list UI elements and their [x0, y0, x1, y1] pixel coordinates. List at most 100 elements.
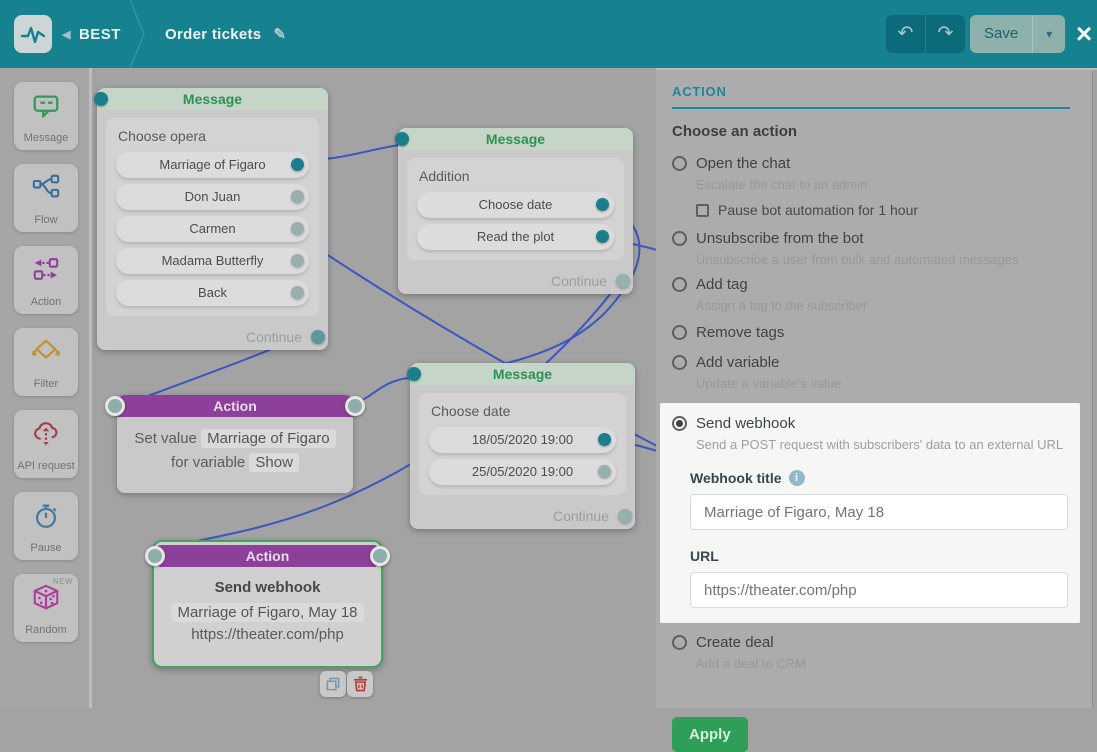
tool-label: Filter [33, 378, 59, 390]
delete-node-button[interactable] [347, 671, 373, 697]
node-header: Message [407, 363, 635, 385]
continue-label: Continue [550, 273, 607, 289]
output-port[interactable] [291, 222, 304, 235]
apply-button[interactable]: Apply [672, 717, 748, 752]
option-open-the-chat[interactable]: Open the chat [672, 152, 1070, 174]
option-description: Unsubscribe a user from bulk and automat… [696, 252, 1019, 267]
radio-unselected[interactable] [672, 354, 687, 370]
option-send-webhook[interactable]: Send webhook [672, 412, 1070, 434]
radio-unselected[interactable] [672, 155, 687, 171]
radio-unselected[interactable] [672, 634, 687, 650]
node-button[interactable]: Don Juan [116, 184, 309, 210]
node-footer: Continue [398, 268, 633, 294]
option-add-variable[interactable]: Add variable [672, 351, 1070, 373]
node-button-label: Choose date [478, 197, 553, 212]
tool-action[interactable]: Action [14, 246, 78, 314]
value-chip: Marriage of Figaro [201, 429, 336, 448]
redo-icon: ↷ [937, 23, 954, 44]
node-body: Set value Marriage of Figaro for variabl… [117, 417, 353, 485]
tool-random[interactable]: NEW Random [14, 574, 78, 642]
choose-action-heading: Choose an action [672, 123, 798, 140]
node-button[interactable]: 25/05/2020 19:00 [429, 459, 616, 485]
node-button-label: Back [198, 285, 227, 300]
node-title: Action [213, 398, 257, 414]
copy-icon [326, 677, 339, 690]
action-node-send-webhook[interactable]: Action Send webhook Marriage of Figaro, … [145, 540, 390, 668]
node-title: Action [245, 548, 290, 564]
output-port[interactable] [291, 254, 304, 267]
message-node-choose-opera[interactable]: Message Choose opera Marriage of Figaro … [94, 88, 328, 350]
redo-button[interactable]: ↷ [926, 15, 965, 53]
webhook-title-input[interactable] [690, 494, 1068, 530]
option-create-deal[interactable]: Create deal [672, 631, 1070, 653]
continue-port[interactable] [618, 509, 632, 523]
message-node-addition[interactable]: Message Addition Choose date Read the pl… [395, 128, 633, 294]
tool-filter[interactable]: Filter [14, 328, 78, 396]
continue-port[interactable] [311, 330, 325, 344]
message-icon [33, 95, 59, 118]
close-button[interactable]: × [1070, 14, 1097, 54]
tool-label: Action [30, 296, 62, 308]
tool-message[interactable]: Message [14, 82, 78, 150]
tool-pause[interactable]: Pause [14, 492, 78, 560]
radio-unselected[interactable] [672, 324, 687, 340]
output-port[interactable] [598, 433, 611, 446]
message-node-choose-date[interactable]: Message Choose date 18/05/2020 19:00 25/… [407, 363, 635, 529]
option-description: Assign a tag to the subscriber [696, 298, 868, 313]
continue-label: Continue [245, 329, 302, 345]
info-icon[interactable]: i [788, 470, 805, 486]
option-label: Create deal [696, 633, 774, 651]
tool-flow[interactable]: Flow [14, 164, 78, 232]
node-button[interactable]: Choose date [417, 192, 614, 218]
option-unsubscribe[interactable]: Unsubscribe from the bot [672, 227, 1070, 249]
node-button[interactable]: Marriage of Figaro [116, 152, 309, 178]
duplicate-node-button[interactable] [320, 671, 346, 697]
webhook-title-label: Webhook title [690, 470, 782, 486]
close-icon: × [1075, 18, 1093, 49]
trash-icon [353, 676, 367, 692]
flow-icon [32, 174, 60, 198]
output-port[interactable] [596, 230, 609, 243]
input-port[interactable] [407, 367, 421, 381]
edit-title-icon[interactable]: ✎ [273, 25, 286, 43]
input-port[interactable] [395, 132, 409, 146]
input-port[interactable] [145, 546, 165, 566]
node-button[interactable]: Madama Butterfly [116, 248, 309, 274]
radio-selected[interactable] [672, 415, 687, 431]
node-button[interactable]: 18/05/2020 19:00 [429, 427, 616, 453]
webhook-url-input[interactable] [690, 572, 1068, 608]
flow-canvas[interactable]: Message Choose opera Marriage of Figaro … [0, 68, 656, 708]
breadcrumb-back[interactable]: ◀ BEST [62, 0, 121, 68]
continue-port[interactable] [616, 274, 630, 288]
webhook-title-label-row: Webhook title i [690, 470, 1070, 486]
output-port[interactable] [598, 465, 611, 478]
undo-button[interactable]: ↶ [886, 15, 925, 53]
node-button[interactable]: Back [116, 280, 309, 306]
panel-title-underline [672, 107, 1070, 109]
output-port[interactable] [291, 158, 304, 171]
output-port[interactable] [291, 190, 304, 203]
action-node-set-value[interactable]: Action Set value Marriage of Figaro for … [105, 395, 365, 493]
option-remove-tags[interactable]: Remove tags [672, 321, 1070, 343]
radio-unselected[interactable] [672, 276, 687, 292]
output-port[interactable] [345, 396, 365, 416]
input-port[interactable] [105, 396, 125, 416]
node-button[interactable]: Read the plot [417, 224, 614, 250]
output-port[interactable] [291, 286, 304, 299]
node-header: Action [145, 545, 390, 567]
node-button[interactable]: Carmen [116, 216, 309, 242]
radio-unselected[interactable] [672, 230, 687, 246]
save-dropdown-button[interactable]: ▾ [1033, 15, 1065, 53]
option-add-tag[interactable]: Add tag [672, 273, 1070, 295]
output-port[interactable] [370, 546, 390, 566]
save-button[interactable]: Save [970, 15, 1032, 53]
tool-api-request[interactable]: API request [14, 410, 78, 478]
send-webhook-spotlight: Send webhook Send a POST request with su… [660, 403, 1080, 623]
checkbox[interactable] [696, 203, 709, 217]
app-logo[interactable] [14, 15, 52, 53]
action-settings-panel: ACTION Choose an action Open the chat Es… [656, 68, 1097, 752]
pause-automation-checkbox-row[interactable]: Pause bot automation for 1 hour [696, 201, 1070, 219]
node-button-label: 25/05/2020 19:00 [471, 464, 574, 479]
input-port[interactable] [94, 92, 108, 106]
output-port[interactable] [596, 198, 609, 211]
